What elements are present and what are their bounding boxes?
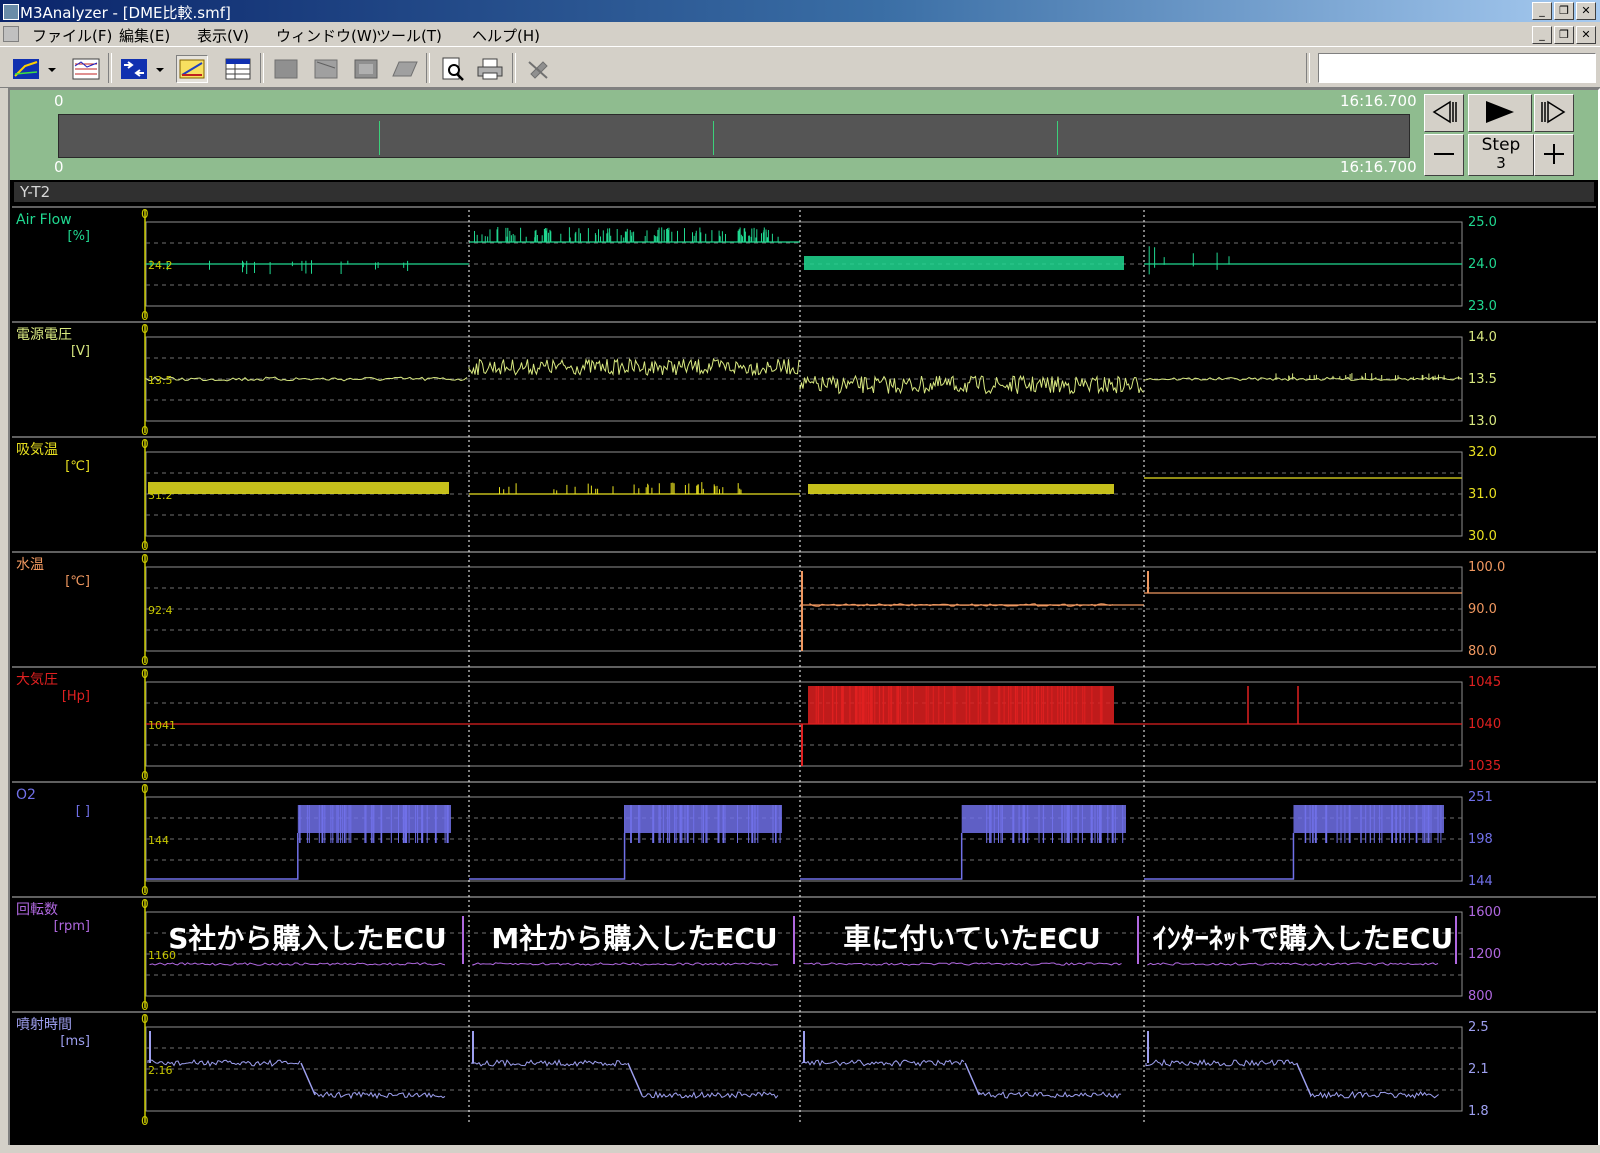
signal-trace (146, 686, 1462, 766)
signal-trace (800, 571, 1462, 651)
scale-min-label: 23.0 (1468, 299, 1497, 314)
channel-current-value: 24.2 (148, 259, 173, 272)
channel-strip[interactable] (12, 551, 1596, 663)
channel-unit: [℃] (65, 574, 90, 589)
axis-zero-label: 0 (141, 654, 149, 668)
channel-current-value: 144 (148, 834, 169, 847)
axis-zero-label: 0 (141, 884, 149, 898)
axis-zero-label: 0 (141, 309, 149, 323)
ecu-annotation-label: S社から購入したECU (168, 922, 447, 955)
signal-trace (147, 1031, 1439, 1100)
scale-max-label: 1045 (1468, 675, 1501, 690)
channel-strip[interactable] (12, 781, 1596, 893)
channel-unit: [℃] (65, 459, 90, 474)
channel-strip[interactable] (12, 666, 1596, 778)
channel-name: O2 (16, 787, 36, 803)
channel-strip[interactable] (12, 1011, 1596, 1123)
status-bar (0, 1145, 1600, 1153)
axis-zero-label: 0 (141, 437, 149, 451)
axis-zero-label: 0 (141, 552, 149, 566)
axis-zero-label: 0 (141, 667, 149, 681)
ecu-annotation-label: 車に付いていたECU (843, 922, 1101, 955)
channel-name: 水温 (16, 557, 44, 573)
channel-unit: [V] (71, 344, 90, 359)
channel-name: 電源電圧 (16, 327, 72, 343)
axis-zero-label: 0 (141, 769, 149, 783)
scale-mid-label: 1040 (1468, 717, 1501, 732)
scale-max-label: 1600 (1468, 905, 1501, 920)
scale-min-label: 13.0 (1468, 414, 1497, 429)
axis-zero-label: 0 (141, 539, 149, 553)
channel-name: 回転数 (16, 902, 58, 918)
axis-zero-label: 0 (141, 322, 149, 336)
axis-zero-label: 0 (141, 1114, 149, 1128)
scale-min-label: 1.8 (1468, 1104, 1489, 1119)
axis-zero-label: 0 (141, 897, 149, 911)
channel-current-value: 31.2 (148, 489, 173, 502)
scale-min-label: 1035 (1468, 759, 1501, 774)
scale-min-label: 30.0 (1468, 529, 1497, 544)
scale-mid-label: 24.0 (1468, 257, 1497, 272)
scale-mid-label: 198 (1468, 832, 1493, 847)
axis-zero-label: 0 (141, 999, 149, 1013)
channel-unit: [%] (68, 229, 91, 244)
scale-mid-label: 31.0 (1468, 487, 1497, 502)
channel-name: Air Flow (16, 212, 72, 228)
scale-mid-label: 2.1 (1468, 1062, 1489, 1077)
channel-strip[interactable] (12, 206, 1596, 318)
axis-zero-label: 0 (141, 424, 149, 438)
channel-unit: [Hp] (62, 689, 90, 704)
axis-zero-label: 0 (141, 207, 149, 221)
axis-zero-label: 0 (141, 782, 149, 796)
channel-strip[interactable] (12, 436, 1596, 548)
channel-current-value: 1041 (148, 719, 176, 732)
channel-current-value: 2.16 (148, 1064, 173, 1077)
scale-min-label: 800 (1468, 989, 1493, 1004)
ecu-annotation-label: M社から購入したECU (491, 922, 777, 955)
signal-trace (146, 805, 1444, 880)
channel-unit: [rpm] (54, 919, 90, 934)
scale-max-label: 251 (1468, 790, 1493, 805)
channel-current-value: 92.4 (148, 604, 173, 617)
channel-strip[interactable] (12, 321, 1596, 433)
scale-mid-label: 90.0 (1468, 602, 1497, 617)
signal-trace (145, 357, 1463, 395)
channel-unit: [ms] (60, 1034, 90, 1049)
scale-max-label: 25.0 (1468, 215, 1497, 230)
axis-zero-label: 0 (141, 1012, 149, 1026)
channel-name: 大気圧 (16, 672, 58, 688)
channel-name: 噴射時間 (16, 1017, 72, 1033)
signal-trace (148, 477, 1462, 495)
channel-name: 吸気温 (16, 442, 58, 458)
scale-min-label: 80.0 (1468, 644, 1497, 659)
channel-unit: [ ] (76, 804, 90, 819)
signal-trace (146, 227, 1462, 275)
scale-min-label: 144 (1468, 874, 1493, 889)
scale-mid-label: 13.5 (1468, 372, 1497, 387)
scale-max-label: 14.0 (1468, 330, 1497, 345)
scale-max-label: 100.0 (1468, 560, 1505, 575)
scale-max-label: 32.0 (1468, 445, 1497, 460)
channel-current-value: 13.5 (148, 374, 173, 387)
scale-mid-label: 1200 (1468, 947, 1501, 962)
yt-chart-area[interactable]: 00Air Flow[%]24.225.024.023.000電源電圧[V]13… (0, 0, 1600, 1153)
scale-max-label: 2.5 (1468, 1020, 1489, 1035)
ecu-annotation-label: ｲﾝﾀｰﾈｯﾄで購入したECU (1153, 922, 1453, 955)
